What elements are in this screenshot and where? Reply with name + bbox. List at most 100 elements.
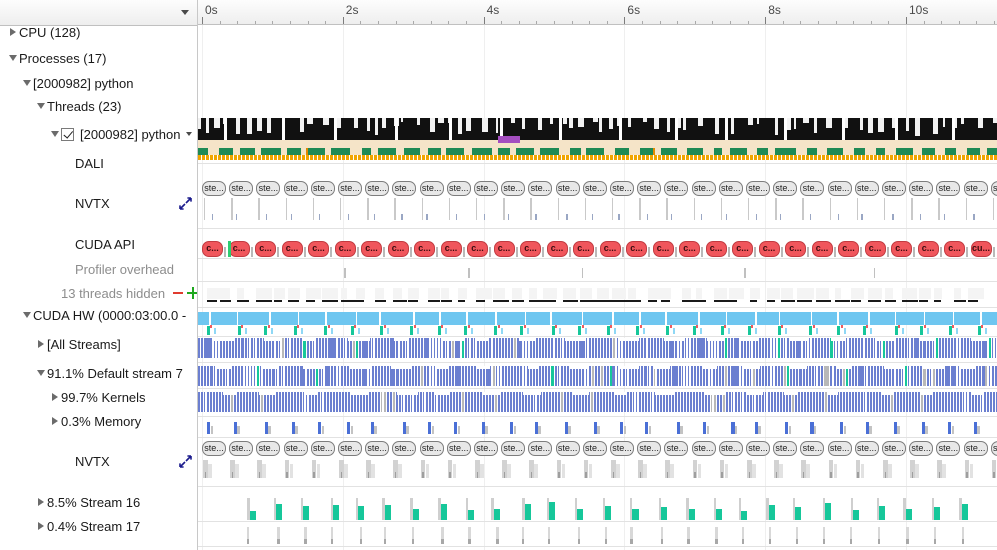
tree-row-nvtx[interactable]: NVTX [0, 188, 197, 218]
nvtx-range-pill[interactable]: ste... [800, 441, 825, 456]
expand-triangle-icon[interactable] [51, 393, 58, 401]
collapse-triangle-icon[interactable] [8, 55, 17, 61]
collapse-triangle-icon[interactable] [36, 103, 45, 109]
cuda-api-range-pill[interactable]: c... [944, 241, 965, 257]
cuda-hw-lane[interactable] [198, 312, 997, 325]
nvtx-range-pill[interactable]: ste... [446, 181, 471, 196]
nvtx-top-tick-lane[interactable] [198, 198, 997, 220]
nvtx-range-pill[interactable]: ste... [419, 181, 444, 196]
nvtx-range-pill[interactable]: ste... [555, 181, 580, 196]
expand-triangle-icon[interactable] [37, 498, 44, 506]
nvtx-range-pill[interactable]: ste... [691, 181, 716, 196]
nvtx-range-pill[interactable]: ste... [610, 181, 634, 196]
default-stream-lane[interactable] [198, 366, 997, 386]
tree-row-threads-23[interactable]: Threads (23) [0, 91, 197, 121]
collapse-triangle-icon[interactable] [36, 370, 45, 376]
nvtx-range-pill[interactable]: ste... [909, 441, 934, 456]
nvtx-range-pill[interactable]: ste... [909, 181, 934, 196]
memory-lane[interactable] [198, 420, 997, 434]
nvtx-range-pill[interactable]: ste... [664, 181, 689, 196]
collapse-triangle-icon[interactable] [22, 312, 31, 318]
nvtx-range-pill[interactable]: ste... [338, 181, 362, 196]
nvtx-range-pill[interactable]: ste... [582, 181, 607, 196]
nvtx-range-pill[interactable]: ste... [664, 441, 689, 456]
expand-triangle-icon[interactable] [51, 417, 58, 425]
stream-16-lane[interactable] [198, 498, 997, 520]
nvtx-range-pill[interactable]: ste... [718, 181, 743, 196]
cuda-api-range-pill[interactable]: c... [652, 241, 674, 257]
cuda-api-range-pill[interactable]: c... [281, 241, 303, 257]
nvtx-range-pill[interactable]: ste... [963, 181, 988, 196]
nvtx-range-pill[interactable]: ste... [990, 181, 997, 196]
nvtx-range-pill[interactable]: ste... [746, 441, 770, 456]
nvtx-range-pill[interactable]: ste... [202, 441, 226, 456]
tree-toggle[interactable] [48, 119, 61, 149]
expand-diagonal-icon[interactable] [179, 197, 192, 210]
thread-checkbox[interactable] [61, 127, 74, 141]
nvtx-range-pill[interactable]: ste... [256, 181, 281, 196]
cuda-api-range-pill[interactable]: c... [599, 241, 621, 257]
cuda-api-range-pill[interactable]: c... [679, 241, 700, 257]
nvtx-range-pill[interactable]: ste... [392, 181, 417, 196]
cuda-api-range-pill[interactable]: c... [917, 241, 939, 257]
cuda-api-range-pill[interactable]: cu... [970, 241, 992, 257]
cuda-api-range-pill[interactable]: c... [202, 241, 223, 257]
cuda-api-range-pill[interactable]: c... [811, 241, 833, 257]
cuda-api-range-pill[interactable]: c... [705, 241, 727, 257]
nvtx-range-pill[interactable]: ste... [501, 181, 526, 196]
nvtx-range-pill[interactable]: ste... [637, 181, 662, 196]
kernels-lane[interactable] [198, 392, 997, 412]
thread-orange-band[interactable] [198, 155, 997, 160]
nvtx-range-pill[interactable]: ste... [773, 441, 798, 456]
expand-triangle-icon[interactable] [37, 522, 44, 530]
cuda-api-range-pill[interactable]: c... [334, 241, 356, 257]
cuda-api-range-pill[interactable]: c... [361, 241, 382, 257]
chevron-down-icon[interactable] [181, 10, 189, 15]
nvtx-range-pill[interactable]: ste... [882, 181, 906, 196]
collapse-triangle-icon[interactable] [22, 80, 31, 86]
tree-toggle[interactable] [48, 406, 61, 436]
nvtx-range-pill[interactable]: ste... [229, 441, 254, 456]
cuda-api-range-pill[interactable]: c... [785, 241, 806, 257]
tree-row-0-4-stream-17[interactable]: 0.4% Stream 17 [0, 511, 197, 541]
profiler-overhead-lane[interactable] [198, 268, 997, 278]
nvtx-range-pill[interactable]: ste... [229, 181, 254, 196]
nvtx-range-pill[interactable]: ste... [474, 441, 498, 456]
nvtx-range-pill[interactable]: ste... [555, 441, 580, 456]
nvtx-range-pill[interactable]: ste... [936, 181, 961, 196]
cuda-hw-spike-lane[interactable] [198, 325, 997, 335]
nvtx-range-pill[interactable]: ste... [365, 441, 390, 456]
expand-diagonal-icon[interactable] [179, 455, 192, 468]
nvtx-range-pill[interactable]: ste... [338, 441, 362, 456]
cuda-api-range-pill[interactable]: c... [864, 241, 886, 257]
tree-row-cuda-hw-0000-03-00-0[interactable]: CUDA HW (0000:03:00.0 - [0, 300, 197, 330]
tree-row-dali[interactable]: DALI [0, 148, 197, 178]
nvtx-range-pill[interactable]: ste... [936, 441, 961, 456]
nvtx-range-pill[interactable]: ste... [854, 441, 879, 456]
tree-row-2000982-python[interactable]: [2000982] python [0, 119, 197, 149]
cuda-api-range-pill[interactable]: c... [546, 241, 568, 257]
tree-toggle[interactable] [34, 329, 47, 359]
nvtx-range-pill[interactable]: ste... [528, 441, 553, 456]
tree-toggle[interactable] [34, 91, 47, 121]
timeline-panel[interactable]: 0s 2s 4s 6s 8s 10s ste... ste... ste... ste... st… [198, 0, 997, 550]
nvtx-range-pill[interactable]: ste... [392, 441, 417, 456]
nvtx-range-pill[interactable]: ste... [827, 181, 852, 196]
nvtx-range-pill[interactable]: ste... [963, 441, 988, 456]
thread-green-band[interactable] [198, 148, 997, 155]
tree-toggle[interactable] [20, 300, 33, 330]
nvtx-range-pill[interactable]: ste... [773, 181, 798, 196]
nvtx-range-pill[interactable]: ste... [691, 441, 716, 456]
minus-icon[interactable] [172, 291, 184, 295]
nvtx-range-pill[interactable]: ste... [256, 441, 281, 456]
stream-17-lane[interactable] [198, 527, 997, 545]
nvtx-range-pill[interactable]: ste... [310, 441, 335, 456]
expand-triangle-icon[interactable] [37, 340, 44, 348]
nvtx-range-pill[interactable]: ste... [827, 441, 852, 456]
cuda-api-range-pill[interactable]: c... [414, 241, 435, 257]
nvtx-range-pill[interactable]: ste... [746, 181, 770, 196]
nvtx-range-pill[interactable]: ste... [582, 441, 607, 456]
cuda-api-range-pill[interactable]: c... [758, 241, 780, 257]
nvtx-bottom-histogram[interactable] [198, 458, 997, 478]
nvtx-range-pill[interactable]: ste... [474, 181, 498, 196]
